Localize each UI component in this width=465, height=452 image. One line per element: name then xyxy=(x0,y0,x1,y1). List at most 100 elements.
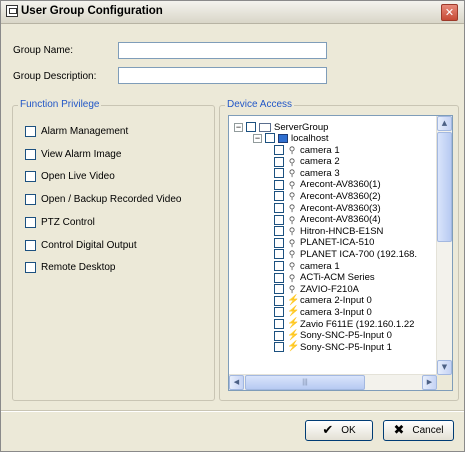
group-description-input[interactable] xyxy=(118,67,327,84)
privilege-label: Open / Backup Recorded Video xyxy=(41,193,182,205)
checkbox[interactable] xyxy=(25,170,36,182)
checkbox[interactable] xyxy=(274,307,284,318)
checkbox[interactable] xyxy=(25,239,36,251)
checkbox[interactable] xyxy=(274,237,284,248)
checkbox[interactable] xyxy=(274,261,284,271)
io-icon: ⚡ xyxy=(287,341,300,353)
tree-node-label: camera 1 xyxy=(300,144,340,156)
tree-node-device[interactable]: ⚲ camera 3 xyxy=(274,167,340,179)
tree-node-device[interactable]: ⚡ camera 2-Input 0 xyxy=(274,295,372,307)
checkbox[interactable] xyxy=(265,133,275,143)
function-privilege-group: Function Privilege Alarm Management View… xyxy=(12,99,215,401)
checkbox[interactable] xyxy=(246,122,256,132)
tree-node-device[interactable]: ⚡ Zavio F611E (192.160.1.22 xyxy=(274,318,414,330)
tree-node-device[interactable]: ⚲ camera 2 xyxy=(274,156,340,168)
horizontal-scrollbar[interactable]: ◀ ||| ▶ xyxy=(229,374,437,390)
tree-node-device[interactable]: ⚡ camera 3-Input 0 xyxy=(274,306,372,318)
close-button[interactable]: ✕ xyxy=(441,4,458,21)
tree-node-label: camera 2-Input 0 xyxy=(300,295,372,307)
dialog-window: User Group Configuration ✕ Group Name: G… xyxy=(0,0,465,452)
cancel-button[interactable]: ✖ Cancel xyxy=(383,420,454,441)
checkbox[interactable] xyxy=(274,226,284,237)
tree-node-label: ACTi-ACM Series xyxy=(300,272,375,284)
camera-icon: ⚲ xyxy=(288,226,296,237)
check-icon: ✔ xyxy=(322,423,334,438)
device-tree[interactable]: − ServerGroup − localhost ⚲ camera 1 ⚲ came… xyxy=(228,115,453,391)
checkbox[interactable] xyxy=(274,214,284,225)
group-name-input[interactable] xyxy=(118,42,327,59)
tree-node-device[interactable]: ⚲ PLANET ICA-700 (192.168. xyxy=(274,248,417,260)
checkbox[interactable] xyxy=(274,203,284,213)
checkbox[interactable] xyxy=(274,272,284,283)
collapse-icon[interactable]: − xyxy=(234,122,243,132)
privilege-open-live-video[interactable]: Open Live Video xyxy=(25,169,115,183)
checkbox[interactable] xyxy=(274,145,284,155)
camera-icon: ⚲ xyxy=(288,203,296,213)
tree-node-device[interactable]: ⚲ ZAVIO-F210A xyxy=(274,283,359,295)
privilege-control-digital-output[interactable]: Control Digital Output xyxy=(25,238,137,252)
checkbox[interactable] xyxy=(25,148,36,160)
checkbox[interactable] xyxy=(274,342,284,353)
tree-node-device[interactable]: ⚲ Arecont-AV8360(2) xyxy=(274,190,381,202)
tree-node-device[interactable]: ⚲ ACTi-ACM Series xyxy=(274,272,375,284)
tree-node-label: camera 1 xyxy=(300,260,340,272)
checkbox[interactable] xyxy=(274,249,284,260)
ok-button[interactable]: ✔ OK xyxy=(305,420,373,441)
tree-node-device[interactable]: ⚲ camera 1 xyxy=(274,260,340,272)
scroll-left-button[interactable]: ◀ xyxy=(229,375,244,390)
vertical-scrollbar[interactable]: ▲ ▼ xyxy=(436,116,452,375)
collapse-icon[interactable]: − xyxy=(253,133,262,143)
privilege-open-backup-recorded-video[interactable]: Open / Backup Recorded Video xyxy=(25,192,181,206)
tree-node-label: Sony-SNC-P5-Input 0 xyxy=(300,330,392,342)
camera-icon: ⚲ xyxy=(288,272,296,283)
scroll-up-button[interactable]: ▲ xyxy=(437,116,452,131)
title-bar[interactable]: User Group Configuration ✕ xyxy=(1,1,464,24)
tree-node-device[interactable]: ⚡ Sony-SNC-P5-Input 1 xyxy=(274,341,392,353)
checkbox[interactable] xyxy=(274,330,284,341)
checkbox[interactable] xyxy=(25,261,36,273)
tree-node-device[interactable]: ⚲ Arecont-AV8360(4) xyxy=(274,214,381,226)
camera-icon: ⚲ xyxy=(288,156,296,167)
camera-icon: ⚲ xyxy=(288,214,296,225)
camera-icon: ⚲ xyxy=(288,168,296,179)
tree-node-localhost[interactable]: − localhost xyxy=(253,132,329,144)
checkbox[interactable] xyxy=(274,191,284,202)
tree-node-device[interactable]: ⚲ camera 1 xyxy=(274,144,340,156)
checkbox[interactable] xyxy=(274,284,284,295)
folder-icon xyxy=(259,122,271,132)
tree-node-label: PLANET-ICA-510 xyxy=(300,237,375,249)
checkbox[interactable] xyxy=(25,125,36,137)
privilege-ptz-control[interactable]: PTZ Control xyxy=(25,215,95,229)
tree-node-device[interactable]: ⚡ Sony-SNC-P5-Input 0 xyxy=(274,330,392,342)
privilege-remote-desktop[interactable]: Remote Desktop xyxy=(25,260,115,274)
tree-node-device[interactable]: ⚲ Hitron-HNCB-E1SN xyxy=(274,225,383,237)
horizontal-scroll-thumb[interactable]: ||| xyxy=(245,375,365,390)
camera-icon: ⚲ xyxy=(288,191,296,202)
tree-node-label: PLANET ICA-700 (192.168. xyxy=(300,248,418,260)
tree-node-label: Arecont-AV8360(4) xyxy=(300,214,381,226)
checkbox[interactable] xyxy=(25,193,36,205)
vertical-scroll-thumb[interactable] xyxy=(437,132,452,242)
tree-node-label: camera 2 xyxy=(300,156,340,168)
tree-node-label: ZAVIO-F210A xyxy=(300,283,359,295)
checkbox[interactable] xyxy=(274,179,284,190)
checkbox[interactable] xyxy=(274,295,284,306)
checkbox[interactable] xyxy=(25,216,36,228)
tree-node-device[interactable]: ⚲ PLANET-ICA-510 xyxy=(274,237,374,249)
scroll-down-button[interactable]: ▼ xyxy=(437,360,452,375)
tree-node-device[interactable]: ⚲ Arecont-AV8360(3) xyxy=(274,202,381,214)
window-menu-icon[interactable] xyxy=(6,5,18,17)
tree-node-label: ServerGroup xyxy=(274,121,329,133)
privilege-alarm-management[interactable]: Alarm Management xyxy=(25,124,128,138)
footer-divider xyxy=(1,410,464,412)
checkbox[interactable] xyxy=(274,168,284,179)
scroll-corner xyxy=(437,375,452,390)
privilege-label: View Alarm Image xyxy=(41,148,122,160)
checkbox[interactable] xyxy=(274,156,284,167)
privilege-view-alarm-image[interactable]: View Alarm Image xyxy=(25,147,121,161)
tree-node-label: Arecont-AV8360(2) xyxy=(300,190,381,202)
scroll-right-button[interactable]: ▶ xyxy=(422,375,437,390)
checkbox[interactable] xyxy=(274,319,284,329)
tree-node-device[interactable]: ⚲ Arecont-AV8360(1) xyxy=(274,179,381,191)
window-title: User Group Configuration xyxy=(21,5,163,17)
